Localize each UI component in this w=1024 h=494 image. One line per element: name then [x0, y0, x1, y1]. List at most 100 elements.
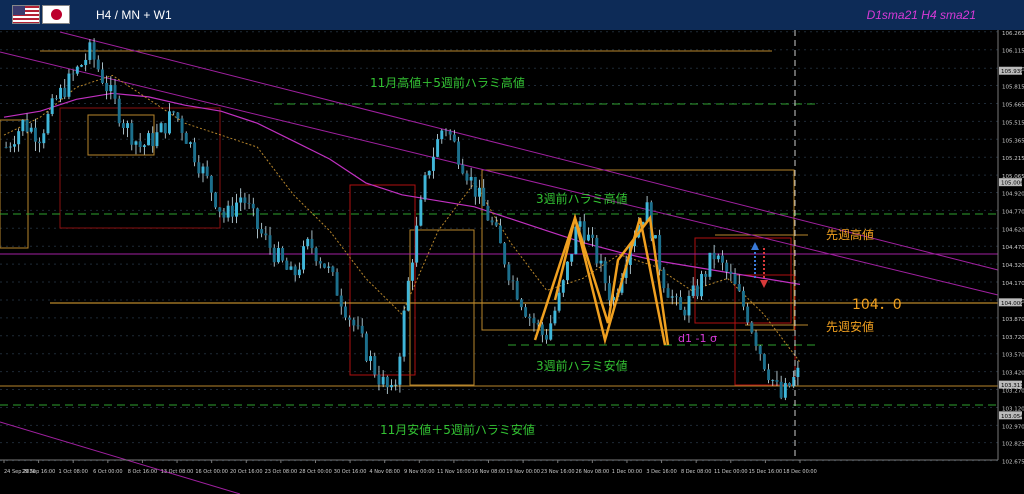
candle-body: [779, 381, 783, 398]
candle-body: [243, 197, 247, 203]
flag-us-icon: [12, 5, 40, 24]
x-tick-label: 13 Oct 08:00: [161, 469, 194, 475]
x-tick-label: 18 Dec 00:00: [783, 469, 817, 475]
candle-body: [729, 271, 733, 274]
price-tag-label: 105.939: [1001, 69, 1024, 75]
candle-body: [586, 234, 590, 241]
candle-body: [331, 266, 335, 273]
candle-body: [155, 132, 159, 147]
y-tick-label: 106.115: [1002, 49, 1024, 55]
candle-body: [218, 207, 222, 212]
candle-body: [503, 243, 507, 265]
candle-body: [335, 272, 339, 296]
candle-body: [239, 197, 243, 203]
candle-body: [121, 123, 125, 128]
candle-body: [80, 65, 83, 67]
y-tick-label: 105.515: [1002, 120, 1024, 126]
candle-body: [272, 247, 276, 263]
candle-body: [67, 73, 71, 97]
candle-body: [306, 238, 310, 247]
candle-body: [348, 317, 352, 320]
candle-body: [469, 176, 473, 181]
candle-body: [88, 42, 92, 60]
y-tick-label: 104.320: [1002, 263, 1024, 269]
candle-body: [352, 319, 356, 326]
candle-body: [260, 229, 264, 234]
y-tick-label: 104.920: [1002, 191, 1024, 197]
candle-body: [653, 235, 657, 239]
price-tag-label: 105.006: [1001, 181, 1024, 187]
x-tick-label: 11 Nov 16:00: [437, 469, 471, 475]
candle-body: [209, 175, 213, 193]
price-chart[interactable]: 11月高値＋5週前ハラミ高値 3週前ハラミ高値 先週高値 104．0 先週安値 …: [0, 30, 1024, 494]
candle-body: [113, 85, 117, 99]
x-tick-label: 11 Dec 00:00: [714, 469, 748, 475]
price-tag-label: 103.311: [1001, 383, 1024, 389]
y-tick-label: 104.170: [1002, 281, 1024, 287]
candle-body: [473, 176, 477, 197]
candle-body: [419, 199, 423, 226]
candle-body: [402, 310, 406, 357]
x-tick-label: 16 Nov 08:00: [472, 469, 506, 475]
candle-body: [381, 376, 385, 385]
candle-body: [235, 202, 238, 217]
x-tick-label: 28 Oct 00:00: [299, 469, 332, 475]
candle-body: [247, 202, 251, 204]
candle-body: [431, 156, 435, 171]
label-nov-high: 11月高値＋5週前ハラミ高値: [370, 75, 525, 90]
candle-body: [716, 255, 720, 260]
candle-body: [683, 309, 687, 316]
x-tick-label: 19 Nov 00:00: [506, 469, 540, 475]
candle-body: [356, 325, 360, 327]
y-tick-label: 105.815: [1002, 85, 1024, 91]
candle-body: [59, 87, 63, 99]
y-tick-label: 105.665: [1002, 102, 1024, 108]
candle-body: [532, 318, 536, 324]
y-axis: 106.265106.115105.960105.815105.665105.5…: [997, 30, 1024, 466]
candle-body: [302, 246, 306, 270]
candle-body: [390, 385, 393, 388]
candle-body: [285, 260, 289, 270]
candle-body: [465, 173, 469, 181]
candle-body: [222, 211, 226, 218]
label-prev-week-low: 先週安値: [826, 319, 874, 334]
candle-body: [444, 130, 448, 132]
y-tick-label: 102.675: [1002, 460, 1024, 466]
candle-body: [570, 254, 574, 262]
x-tick-label: 1 Oct 08:00: [59, 469, 88, 475]
candle-body: [666, 288, 670, 298]
candle-body: [704, 273, 708, 277]
candle-body: [130, 123, 134, 145]
candle-body: [276, 247, 280, 263]
candle-body: [369, 356, 373, 361]
candle-body: [796, 367, 800, 377]
y-tick-label: 104.620: [1002, 227, 1024, 233]
x-tick-label: 9 Nov 00:00: [404, 469, 435, 475]
candle-body: [566, 261, 569, 281]
candle-body: [741, 290, 745, 307]
candle-body: [168, 111, 171, 134]
candle-body: [511, 280, 515, 282]
candle-body: [184, 132, 188, 144]
x-tick-label: 4 Nov 08:00: [369, 469, 400, 475]
y-tick-label: 105.365: [1002, 138, 1024, 144]
candle-body: [486, 205, 490, 221]
candle-body: [343, 306, 347, 318]
y-tick-label: 103.270: [1002, 389, 1024, 395]
candle-body: [96, 59, 100, 70]
candle-body: [126, 123, 130, 128]
candle-body: [440, 130, 444, 140]
candle-body: [201, 166, 205, 174]
y-tick-label: 103.870: [1002, 317, 1024, 323]
x-tick-label: 16 Oct 00:00: [195, 469, 228, 475]
candle-body: [205, 166, 209, 176]
candle-body: [679, 297, 683, 310]
candle-body: [42, 133, 46, 144]
candle-body: [13, 144, 16, 147]
y-tick-label: 105.215: [1002, 156, 1024, 162]
candle-body: [515, 280, 519, 300]
flag-jp-icon: [42, 5, 70, 24]
candle-body: [38, 141, 42, 144]
candle-body: [494, 222, 498, 226]
x-tick-label: 3 Dec 16:00: [646, 469, 676, 475]
